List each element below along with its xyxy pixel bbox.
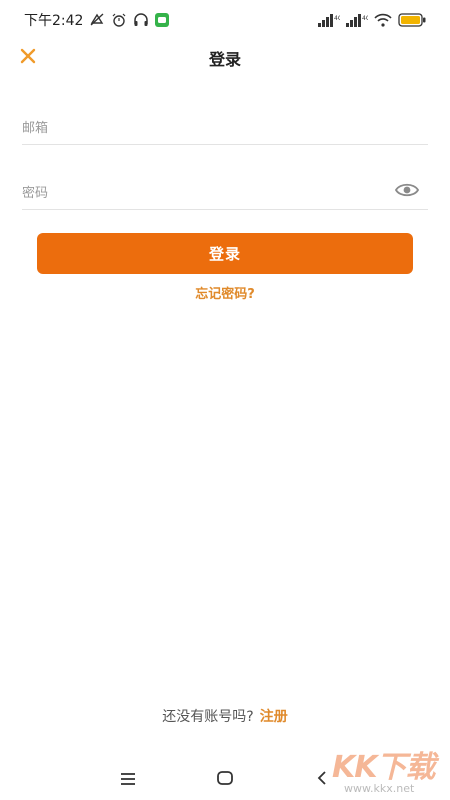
email-field [22,110,428,145]
back-icon [316,770,328,790]
signup-link[interactable]: 注册 [260,709,288,725]
home-icon [216,770,234,790]
menu-icon [119,771,137,790]
chat-app-icon [155,13,170,27]
signup-prompt: 还没有账号吗? [162,709,254,725]
watermark-logo: KK下载 [332,750,435,785]
battery-icon [398,13,426,27]
email-input[interactable] [22,116,382,140]
signup-row: 还没有账号吗? 注册 [0,706,450,726]
signal-icon: 4G [318,13,340,27]
svg-text:4G: 4G [362,15,368,22]
password-visibility-toggle[interactable] [394,181,420,203]
status-right: 4G 4G [318,13,426,27]
status-bar: 下午2:42 4G 4G [0,0,450,40]
eye-icon [394,182,420,202]
page-title: 登录 [208,50,241,69]
signal-icon: 4G [346,13,368,27]
nav-bar: 登录 [0,40,450,76]
notification-off-icon [89,13,105,27]
login-button[interactable]: 登录 [37,233,413,274]
headset-icon [133,13,149,27]
wifi-icon [374,13,392,27]
watermark: KK下载 www.kkx.net [332,742,444,798]
forgot-password-link[interactable]: 忘记密码? [0,283,450,302]
password-input[interactable] [22,181,382,205]
alarm-icon [111,13,127,27]
watermark-url: www.kkx.net [344,782,415,795]
recent-apps-button[interactable] [114,768,142,792]
password-field [22,175,428,210]
status-time: 下午2:42 [24,13,84,29]
svg-text:4G: 4G [334,15,340,22]
home-button[interactable] [211,768,239,792]
status-left: 下午2:42 [24,10,170,30]
